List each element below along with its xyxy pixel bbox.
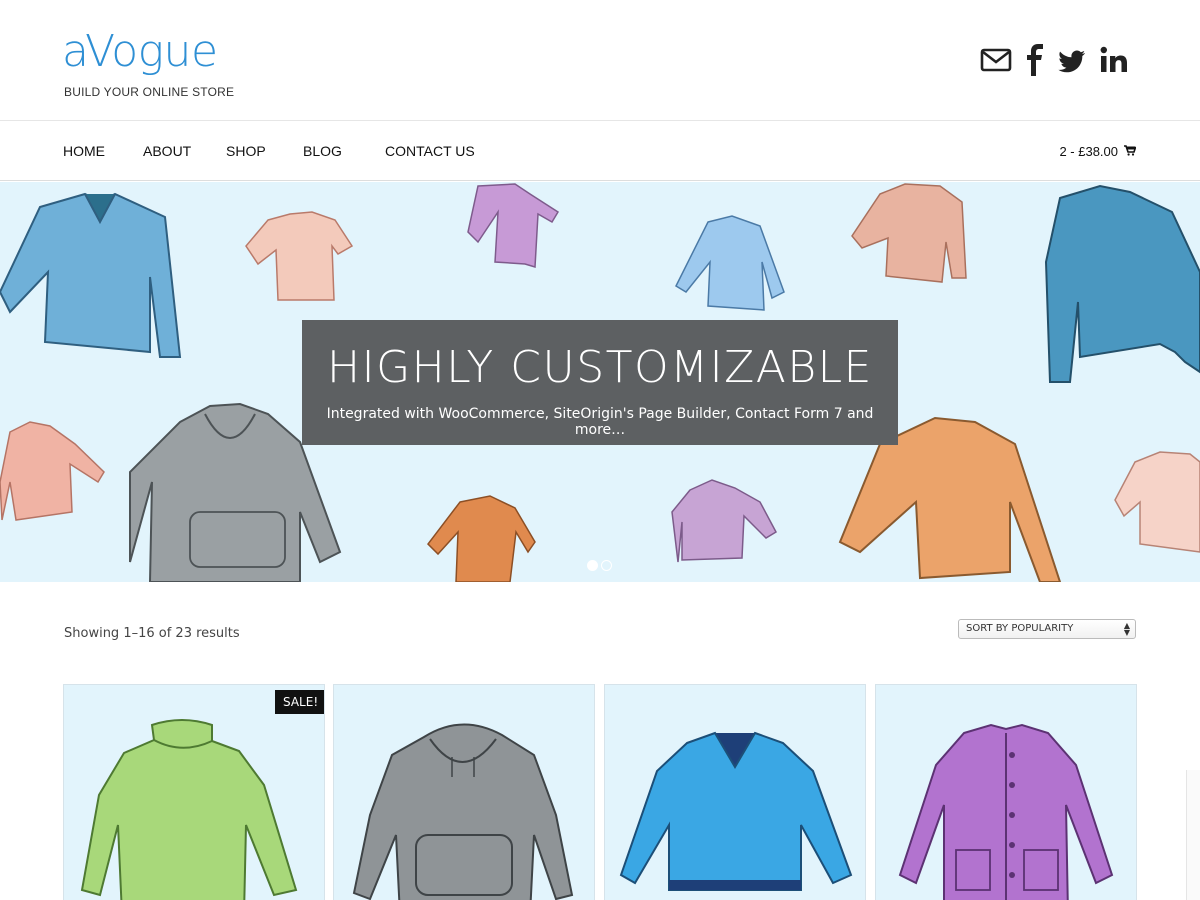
product-image-green-turtleneck (80, 719, 298, 900)
select-arrows-icon: ▲ ▼ (1123, 621, 1130, 637)
nav-item-home[interactable]: HOME (63, 143, 105, 159)
sort-select[interactable]: SORT BY POPULARITY ▲ ▼ (958, 619, 1136, 639)
facebook-icon[interactable] (1026, 44, 1044, 76)
linkedin-icon[interactable] (1100, 44, 1128, 76)
product-card[interactable] (604, 684, 866, 900)
cart-total: 2 - £38.00 (1059, 144, 1118, 159)
slider-dot-2[interactable] (601, 560, 612, 571)
nav-item-blog[interactable]: BLOG (303, 143, 342, 159)
site-logo[interactable]: aVogue (62, 26, 218, 78)
sort-selected-value: SORT BY POPULARITY (966, 623, 1074, 634)
hero-slider: HIGHLY CUSTOMIZABLE Integrated with WooC… (0, 182, 1200, 582)
cart-link[interactable]: 2 - £38.00 (1059, 144, 1137, 159)
product-card[interactable] (333, 684, 595, 900)
scrollbar[interactable] (1186, 770, 1200, 900)
product-card[interactable]: SALE! (63, 684, 325, 900)
result-count: Showing 1–16 of 23 results (64, 626, 240, 641)
product-image-purple-cardigan (898, 723, 1114, 900)
social-links (980, 44, 1128, 76)
slider-dot-1[interactable] (587, 560, 598, 571)
hero-subtitle: Integrated with WooCommerce, SiteOrigin'… (326, 406, 874, 438)
site-tagline: BUILD YOUR ONLINE STORE (64, 85, 235, 99)
nav-item-shop[interactable]: SHOP (226, 143, 266, 159)
main-navigation: HOME ABOUT SHOP BLOG CONTACT US 2 - £38.… (0, 122, 1200, 181)
site-header: aVogue BUILD YOUR ONLINE STORE (0, 0, 1200, 121)
nav-item-about[interactable]: ABOUT (143, 143, 191, 159)
product-image-grey-hoodie (352, 723, 574, 900)
mail-icon[interactable] (980, 44, 1012, 76)
product-image-blue-vneck-sweater (619, 731, 853, 891)
cart-icon (1124, 144, 1137, 159)
slider-pagination (587, 560, 612, 571)
product-card[interactable] (875, 684, 1137, 900)
hero-title: HIGHLY CUSTOMIZABLE (327, 342, 873, 393)
nav-item-contact-us[interactable]: CONTACT US (385, 143, 475, 159)
sale-badge: SALE! (275, 690, 324, 714)
twitter-icon[interactable] (1058, 44, 1086, 76)
hero-caption: HIGHLY CUSTOMIZABLE Integrated with WooC… (302, 320, 898, 445)
